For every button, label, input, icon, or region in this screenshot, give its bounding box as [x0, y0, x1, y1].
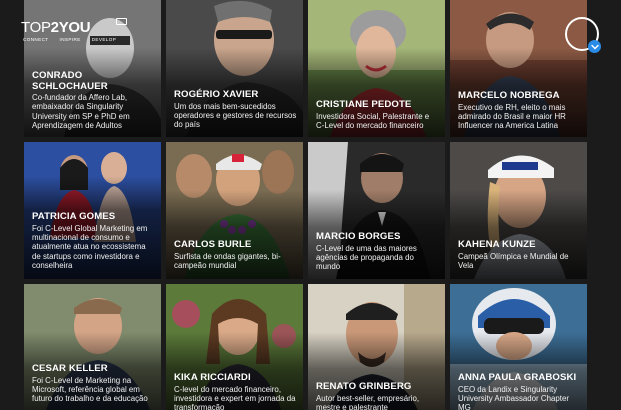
- speaker-caption: CARLOS BURLE Surfista de ondas gigantes,…: [174, 239, 297, 270]
- tagline-develop: DEVELOP: [91, 37, 117, 42]
- speaker-caption: MARCIO BORGES C-Level de uma das maiores…: [316, 231, 439, 272]
- speaker-card[interactable]: CRISTIANE PEDOTE Investidora Social, Pal…: [308, 0, 445, 137]
- speaker-name: CESAR KELLER: [32, 363, 108, 374]
- scroll-down-button[interactable]: [565, 17, 601, 53]
- speaker-caption: PATRICIA GOMES Foi C-Level Global Market…: [32, 211, 155, 271]
- logo-word-light: TOP: [21, 19, 51, 36]
- logo-wordmark: TOP2YOU: [21, 18, 128, 36]
- speaker-card[interactable]: CESAR KELLER Foi C-Level de Marketing na…: [24, 284, 161, 410]
- speaker-description: C-Level de uma das maiores agências de p…: [316, 243, 417, 272]
- speakers-grid: CONRADO SCHLOCHAUER Co-fundador da Affer…: [24, 0, 589, 410]
- speaker-name: ROGÉRIO XAVIER: [174, 89, 259, 100]
- speaker-description: Investidora Social, Palestrante e C-Leve…: [316, 111, 430, 130]
- speaker-name: KAHENA KUNZE: [458, 239, 536, 250]
- tagline-connect: CONNECT: [23, 37, 49, 42]
- speaker-description: Campeã Olímpica e Mundial de Vela: [458, 251, 569, 270]
- speaker-name: CARLOS BURLE: [174, 239, 252, 250]
- speaker-caption: ROGÉRIO XAVIER Um dos mais bem-sucedidos…: [174, 89, 297, 130]
- speaker-name: CRISTIANE PEDOTE: [316, 99, 412, 110]
- speaker-description: C-level do mercado financeiro, investido…: [174, 384, 296, 410]
- speaker-description: Surfista de ondas gigantes, bi-campeão m…: [174, 251, 281, 270]
- speaker-name: CONRADO SCHLOCHAUER: [32, 70, 108, 92]
- speaker-caption: KIKA RICCIARDI C-level do mercado financ…: [174, 372, 297, 410]
- speaker-name: PATRICIA GOMES: [32, 211, 116, 222]
- speaker-card[interactable]: KIKA RICCIARDI C-level do mercado financ…: [166, 284, 303, 410]
- speaker-name: RENATO GRINBERG: [316, 381, 412, 392]
- speaker-card[interactable]: ANNA PAULA GRABOSKI CEO da Landix e Sing…: [450, 284, 587, 410]
- speakers-page: TOP2YOU CONNECT INSPIRE DEVELOP CONRADO …: [0, 0, 621, 410]
- speaker-card[interactable]: PATRICIA GOMES Foi C-Level Global Market…: [24, 142, 161, 279]
- speaker-card[interactable]: ROGÉRIO XAVIER Um dos mais bem-sucedidos…: [166, 0, 303, 137]
- speaker-caption: ANNA PAULA GRABOSKI CEO da Landix e Sing…: [458, 372, 581, 410]
- speaker-description: Foi C-Level de Marketing na Microsoft, r…: [32, 375, 148, 404]
- speaker-description: Co-fundador da Affero Lab, embaixador da…: [32, 93, 130, 131]
- speaker-name: KIKA RICCIARDI: [174, 372, 251, 383]
- speaker-caption: RENATO GRINBERG Autor best-seller, empre…: [316, 381, 439, 410]
- speaker-card[interactable]: MARCIO BORGES C-Level de uma das maiores…: [308, 142, 445, 279]
- speaker-card[interactable]: CARLOS BURLE Surfista de ondas gigantes,…: [166, 142, 303, 279]
- speaker-name: MARCIO BORGES: [316, 231, 401, 242]
- speaker-card[interactable]: RENATO GRINBERG Autor best-seller, empre…: [308, 284, 445, 410]
- speaker-name: ANNA PAULA GRABOSKI: [458, 372, 577, 383]
- speaker-caption: MARCELO NOBREGA Executivo de RH, eleito …: [458, 90, 581, 131]
- speaker-caption: CONRADO SCHLOCHAUER Co-fundador da Affer…: [32, 70, 155, 131]
- speaker-caption: CRISTIANE PEDOTE Investidora Social, Pal…: [316, 99, 439, 130]
- speaker-description: Autor best-seller, empresário, mestre e …: [316, 393, 420, 410]
- speaker-caption: CESAR KELLER Foi C-Level de Marketing na…: [32, 363, 155, 404]
- top2you-logo[interactable]: TOP2YOU CONNECT INSPIRE DEVELOP: [21, 18, 128, 42]
- speaker-card[interactable]: MARCELO NOBREGA Executivo de RH, eleito …: [450, 0, 587, 137]
- speaker-description: Executivo de RH, eleito o mais admirado …: [458, 102, 566, 131]
- speech-bubble-icon: [116, 18, 128, 25]
- speaker-caption: KAHENA KUNZE Campeã Olímpica e Mundial d…: [458, 239, 581, 270]
- speaker-card[interactable]: KAHENA KUNZE Campeã Olímpica e Mundial d…: [450, 142, 587, 279]
- speaker-description: Foi C-Level Global Marketing em multinac…: [32, 223, 148, 271]
- speaker-description: CEO da Landix e Singularity University A…: [458, 384, 569, 410]
- speaker-description: Um dos mais bem-sucedidos operadores e g…: [174, 101, 297, 130]
- speaker-name: MARCELO NOBREGA: [458, 90, 560, 101]
- logo-tagline: CONNECT INSPIRE DEVELOP: [21, 37, 116, 42]
- tagline-inspire: INSPIRE: [59, 37, 81, 42]
- logo-word-bold: 2YOU: [50, 19, 91, 36]
- chevron-down-icon: [588, 40, 601, 53]
